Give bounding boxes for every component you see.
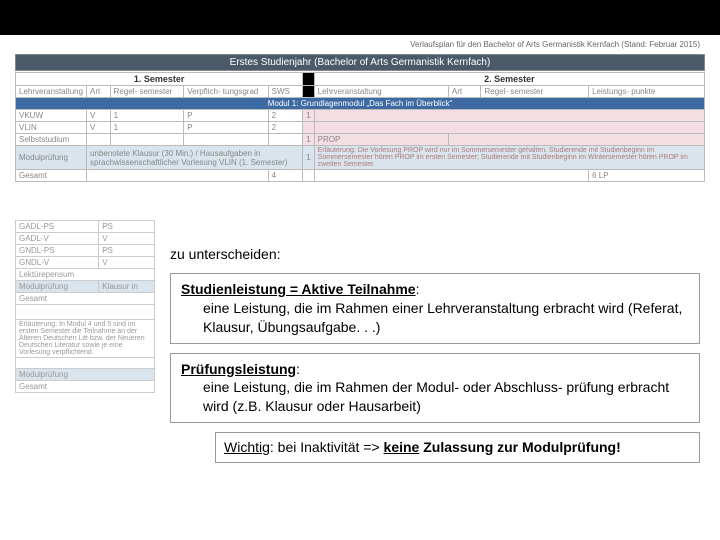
table-cell: V bbox=[99, 257, 155, 269]
table-cell: GADL-V bbox=[16, 233, 99, 245]
wichtig-label: Wichtig bbox=[224, 439, 270, 455]
table-cell: Gesamt bbox=[16, 293, 155, 305]
studienleistung-heading: Studienleistung = Aktive Teilnahme bbox=[181, 281, 416, 297]
content-area: zu unterscheiden: Studienleistung = Akti… bbox=[170, 245, 700, 463]
table-cell: GNDL-PS bbox=[16, 245, 99, 257]
intro-text: zu unterscheiden: bbox=[170, 245, 700, 264]
gesamt-label: Gesamt bbox=[16, 170, 87, 182]
table-cell: P bbox=[184, 122, 268, 134]
table-cell: VLIN bbox=[16, 122, 87, 134]
background-table: 1. Semester 2. Semester Lehrveranstaltun… bbox=[15, 72, 705, 182]
pruefungsleistung-body: eine Leistung, die im Rahmen der Modul- … bbox=[203, 378, 689, 416]
table-cell: Klausur in bbox=[99, 281, 155, 293]
erlaeuterung: Erläuterung: Die Vorlesung PROP wird nur… bbox=[314, 146, 704, 170]
table-cell: P bbox=[184, 110, 268, 122]
left-column: GADL-PSPS GADL-VV GNDL-PSPS GNDL-VV Lekt… bbox=[15, 220, 155, 393]
hdr-lv: Lehrveranstaltung bbox=[16, 86, 87, 98]
table-cell: 1 bbox=[303, 110, 314, 122]
table-cell: 6 LP bbox=[589, 170, 705, 182]
table-cell: Lektürepensum bbox=[16, 269, 155, 281]
hdr-art: Art bbox=[87, 86, 111, 98]
table-cell: PS bbox=[99, 221, 155, 233]
table-cell: 4 bbox=[268, 170, 303, 182]
modulpruefung-label: Modulprüfung bbox=[16, 146, 87, 170]
hdr-art2: Art bbox=[448, 86, 481, 98]
table-cell: PROP bbox=[314, 134, 448, 146]
wichtig-mid: : bei Inaktivität => bbox=[270, 439, 384, 455]
box-studienleistung: Studienleistung = Aktive Teilnahme: eine… bbox=[170, 273, 700, 344]
table-cell: PS bbox=[99, 245, 155, 257]
table-cell: 1 bbox=[303, 134, 314, 146]
hdr-lp: Leistungs- punkte bbox=[589, 86, 705, 98]
module-1-row: Modul 1: Grundlagenmodul „Das Fach im Üb… bbox=[16, 98, 705, 110]
table-cell: 1 bbox=[110, 110, 184, 122]
sem2-head: 2. Semester bbox=[484, 74, 535, 84]
left-erlaeuterung: Erläuterung: In Modul 4 und 5 sind im er… bbox=[16, 320, 155, 358]
table-cell: Gesamt bbox=[16, 381, 155, 393]
table-cell: Modulprüfung bbox=[16, 369, 155, 381]
table-cell: Modulprüfung bbox=[16, 281, 99, 293]
table-cell: V bbox=[99, 233, 155, 245]
section-title: Erstes Studienjahr (Bachelor of Arts Ger… bbox=[15, 54, 705, 71]
table-cell: 2 bbox=[268, 110, 303, 122]
hdr-lv2: Lehrveranstaltung bbox=[314, 86, 448, 98]
wichtig-keine: keine bbox=[384, 439, 420, 455]
table-cell: GNDL-V bbox=[16, 257, 99, 269]
hdr-regel2: Regel- semester bbox=[481, 86, 589, 98]
hdr-sws: SWS bbox=[268, 86, 303, 98]
table-cell: 1 bbox=[303, 146, 314, 170]
hdr-regel: Regel- semester bbox=[110, 86, 184, 98]
top-bar bbox=[0, 0, 720, 35]
table-cell: V bbox=[87, 122, 111, 134]
table-cell: V bbox=[87, 110, 111, 122]
sem1-head: 1. Semester bbox=[134, 74, 185, 84]
hdr-verpf: Verpflich- tungsgrad bbox=[184, 86, 268, 98]
box-wichtig: Wichtig: bei Inaktivität => keine Zulass… bbox=[215, 432, 700, 463]
wichtig-rest: Zulassung zur Modulprüfung! bbox=[419, 439, 620, 455]
doc-header: Verlaufsplan für den Bachelor of Arts Ge… bbox=[410, 40, 700, 49]
table-cell: VKUW bbox=[16, 110, 87, 122]
table-cell: unbenotete Klausur (30 Min.) / Hausaufga… bbox=[87, 146, 303, 170]
table-cell: Selbststudium bbox=[16, 134, 87, 146]
box-pruefungsleistung: Prüfungsleistung: eine Leistung, die im … bbox=[170, 353, 700, 424]
table-cell: 2 bbox=[268, 122, 303, 134]
table-cell: GADL-PS bbox=[16, 221, 99, 233]
studienleistung-body: eine Leistung, die im Rahmen einer Lehrv… bbox=[203, 299, 689, 337]
pruefungsleistung-heading: Prüfungsleistung bbox=[181, 361, 296, 377]
table-cell: 1 bbox=[110, 122, 184, 134]
